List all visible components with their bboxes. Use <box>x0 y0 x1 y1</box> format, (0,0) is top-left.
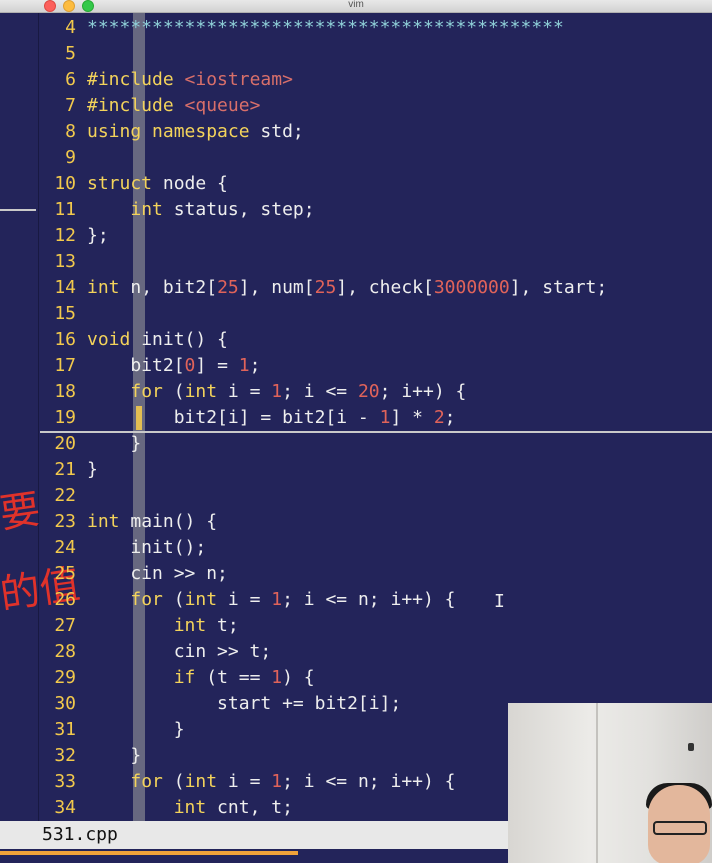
window-title: vim <box>348 0 364 10</box>
line-number: 17 <box>54 355 76 376</box>
code-line[interactable]: 18 for (int i = 1; i <= 20; i++) { <box>40 379 712 405</box>
line-number: 8 <box>65 121 76 142</box>
code-line[interactable]: 9 <box>40 145 712 171</box>
code-text: int n, bit2[25], num[25], check[3000000]… <box>87 277 608 298</box>
code-line[interactable]: 29 if (t == 1) { <box>40 665 712 691</box>
code-text: cin >> t; <box>87 641 272 662</box>
line-number: 10 <box>54 173 76 194</box>
presenter-glasses <box>653 821 707 835</box>
code-text: bit2[0] = 1; <box>87 355 261 376</box>
line-number: 29 <box>54 667 76 688</box>
code-text: using namespace std; <box>87 121 304 142</box>
vim-editor[interactable]: I 4 *************************************… <box>40 13 712 821</box>
code-text: void init() { <box>87 329 228 350</box>
code-line[interactable]: 23 int main() { <box>40 509 712 535</box>
line-number: 31 <box>54 719 76 740</box>
code-line[interactable]: 28 cin >> t; <box>40 639 712 665</box>
line-number: 7 <box>65 95 76 116</box>
code-text: for (int i = 1; i <= n; i++) { <box>130 589 456 610</box>
line-number: 27 <box>54 615 76 636</box>
video-progress-bar[interactable] <box>0 851 298 855</box>
line-number: 28 <box>54 641 76 662</box>
code-text: } <box>87 745 142 766</box>
code-line[interactable]: 14 int n, bit2[25], num[25], check[300000… <box>40 275 712 301</box>
line-number: 18 <box>54 381 76 402</box>
code-text: int status, step; <box>130 199 315 220</box>
line-number: 20 <box>54 433 76 454</box>
code-line[interactable]: 21} <box>40 457 712 483</box>
webcam-overlay <box>508 703 712 863</box>
handwritten-annotation-1: 要 <box>0 486 44 538</box>
code-text: for (int i = 1; i <= n; i++) { <box>130 771 456 792</box>
line-number: 11 <box>54 199 76 220</box>
line-number: 6 <box>65 69 76 90</box>
code-text: }; <box>87 225 109 246</box>
line-number: 25 <box>54 563 76 584</box>
code-line[interactable]: 8 using namespace std; <box>40 119 712 145</box>
code-text: int cnt, t; <box>173 797 293 818</box>
code-text: cin >> n; <box>87 563 228 584</box>
code-line[interactable]: 19 bit2[i] = bit2[i - 1] * 2; <box>40 405 712 431</box>
line-number: 22 <box>54 485 76 506</box>
code-line[interactable]: 5 <box>40 41 712 67</box>
code-text: init(); <box>87 537 207 558</box>
line-number: 32 <box>54 745 76 766</box>
code-text: struct node { <box>87 173 228 194</box>
line-number: 19 <box>54 407 76 428</box>
line-number: 24 <box>54 537 76 558</box>
webcam-door-knob <box>688 743 694 751</box>
code-line[interactable]: 15 <box>40 301 712 327</box>
code-line[interactable]: 26 for (int i = 1; i <= n; i++) { <box>40 587 712 613</box>
code-text: #include <queue> <box>87 95 261 116</box>
code-text: for (int i = 1; i <= 20; i++) { <box>130 381 467 402</box>
code-line[interactable]: 11 int status, step; <box>40 197 712 223</box>
window-titlebar: vim <box>0 0 712 13</box>
line-number: 16 <box>54 329 76 350</box>
code-line[interactable]: 7 #include <queue> <box>40 93 712 119</box>
code-line[interactable]: 20 } <box>40 431 712 457</box>
code-text: } <box>87 459 98 480</box>
line-number: 30 <box>54 693 76 714</box>
code-text: ****************************************… <box>87 17 564 38</box>
line-number: 21 <box>54 459 76 480</box>
code-text: int t; <box>173 615 239 636</box>
code-line[interactable]: 4 ***************************************… <box>40 15 712 41</box>
code-line[interactable]: 24 init(); <box>40 535 712 561</box>
code-line[interactable]: 10 struct node { <box>40 171 712 197</box>
code-text: } <box>87 719 185 740</box>
code-line[interactable]: 6 #include <iostream> <box>40 67 712 93</box>
status-filename: 531.cpp <box>42 824 118 845</box>
code-text: #include <iostream> <box>87 69 293 90</box>
code-text: if (t == 1) { <box>173 667 315 688</box>
left-pane-cursorline <box>0 209 36 211</box>
code-line[interactable]: 27 int t; <box>40 613 712 639</box>
line-number: 26 <box>54 589 76 610</box>
webcam-door-frame <box>596 703 598 863</box>
code-text: bit2[i] = bit2[i - 1] * 2; <box>87 407 456 428</box>
code-line[interactable]: 13 <box>40 249 712 275</box>
code-line[interactable]: 16 void init() { <box>40 327 712 353</box>
code-text: int main() { <box>87 511 218 532</box>
line-number: 12 <box>54 225 76 246</box>
line-number: 33 <box>54 771 76 792</box>
left-split-pane[interactable] <box>0 13 39 821</box>
line-number: 14 <box>54 277 76 298</box>
code-line[interactable]: 12}; <box>40 223 712 249</box>
code-line[interactable]: 22 <box>40 483 712 509</box>
code-line[interactable]: 17 bit2[0] = 1; <box>40 353 712 379</box>
line-number: 34 <box>54 797 76 818</box>
code-text: } <box>87 433 142 454</box>
line-number: 9 <box>65 147 76 168</box>
line-number: 13 <box>54 251 76 272</box>
code-text: start += bit2[i]; <box>87 693 402 714</box>
code-line[interactable]: 25 cin >> n; <box>40 561 712 587</box>
line-number: 5 <box>65 43 76 64</box>
line-number: 23 <box>54 511 76 532</box>
line-number: 4 <box>65 17 76 38</box>
line-number: 15 <box>54 303 76 324</box>
